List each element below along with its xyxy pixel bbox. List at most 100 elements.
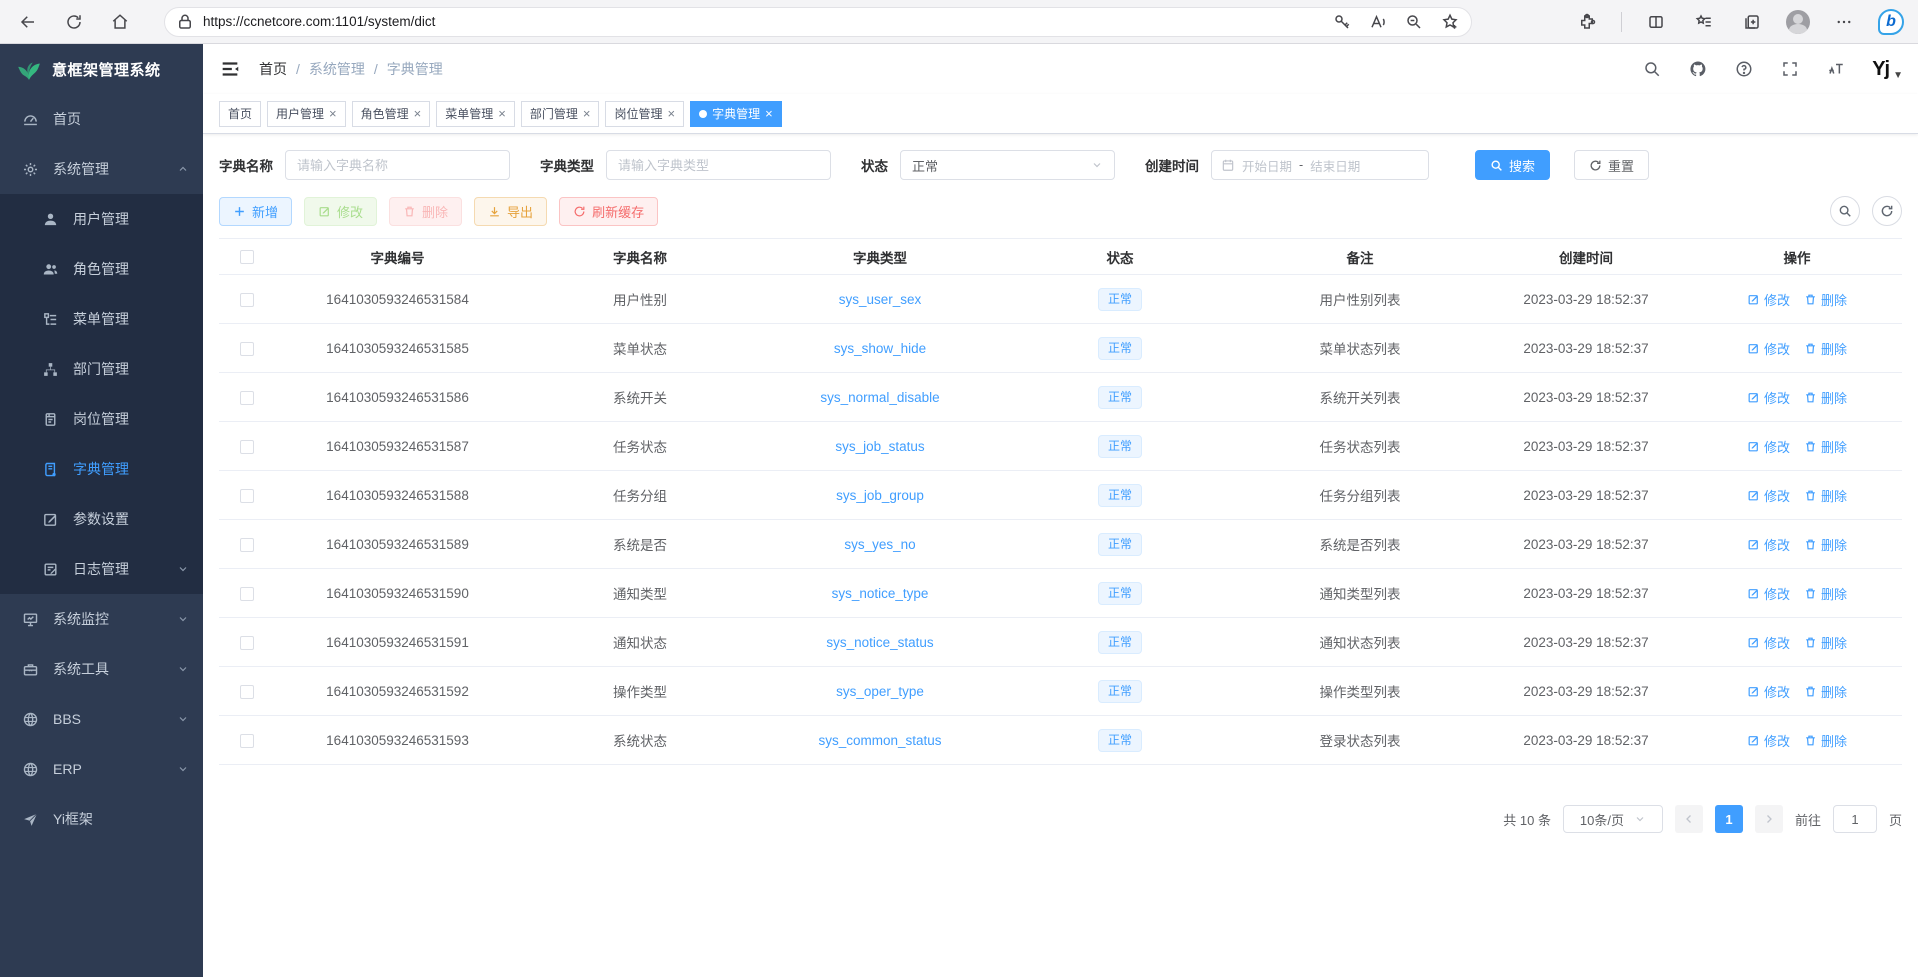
current-page-button[interactable]: 1 [1715, 805, 1743, 833]
delete-link[interactable]: 删除 [1804, 535, 1847, 554]
dict-type-link[interactable]: sys_notice_status [826, 635, 933, 650]
delete-link[interactable]: 删除 [1804, 437, 1847, 456]
close-icon[interactable]: × [329, 107, 337, 120]
collections-icon[interactable] [1738, 8, 1766, 36]
browser-profile-avatar[interactable] [1786, 10, 1810, 34]
fullscreen-icon[interactable] [1780, 59, 1800, 79]
browser-home-icon[interactable] [106, 8, 134, 36]
edit-link[interactable]: 修改 [1747, 339, 1790, 358]
dict-type-link[interactable]: sys_normal_disable [820, 390, 939, 405]
user-logo-avatar[interactable]: Yj▼ [1872, 58, 1902, 81]
page-size-select[interactable]: 10条/页 [1563, 805, 1663, 833]
password-key-icon[interactable] [1331, 8, 1353, 36]
edit-link[interactable]: 修改 [1747, 388, 1790, 407]
dict-type-link[interactable]: sys_oper_type [836, 684, 924, 699]
text-size-icon[interactable] [1826, 59, 1846, 79]
delete-link[interactable]: 删除 [1804, 388, 1847, 407]
date-range-picker[interactable]: 开始日期 - 结束日期 [1211, 150, 1429, 180]
sidebar-item-bbs[interactable]: BBS [0, 694, 203, 744]
sidebar-item-home[interactable]: 首页 [0, 94, 203, 144]
add-favorite-icon[interactable] [1439, 8, 1461, 36]
sidebar-item-dept-management[interactable]: 部门管理 [0, 344, 203, 394]
delete-link[interactable]: 删除 [1804, 290, 1847, 309]
dict-type-link[interactable]: sys_notice_type [832, 586, 929, 601]
address-bar[interactable]: https://ccnetcore.com:1101/system/dict [164, 7, 1472, 37]
tab-post[interactable]: 岗位管理× [605, 101, 684, 127]
edit-link[interactable]: 修改 [1747, 486, 1790, 505]
tab-role[interactable]: 角色管理× [352, 101, 431, 127]
zoom-out-icon[interactable] [1403, 8, 1425, 36]
tab-dept[interactable]: 部门管理× [521, 101, 600, 127]
edit-link[interactable]: 修改 [1747, 535, 1790, 554]
tab-dict[interactable]: 字典管理× [690, 101, 782, 127]
browser-back-icon[interactable] [14, 8, 42, 36]
close-icon[interactable]: × [414, 107, 422, 120]
lock-icon[interactable] [175, 8, 195, 36]
add-button[interactable]: 新增 [219, 197, 292, 226]
row-checkbox[interactable] [240, 440, 254, 454]
prev-page-button[interactable] [1675, 805, 1703, 833]
row-checkbox[interactable] [240, 489, 254, 503]
url-text[interactable]: https://ccnetcore.com:1101/system/dict [203, 14, 1323, 29]
toggle-search-button[interactable] [1830, 196, 1860, 226]
close-icon[interactable]: × [583, 107, 591, 120]
collapse-sidebar-icon[interactable] [219, 58, 241, 80]
edit-button[interactable]: 修改 [304, 197, 377, 226]
row-checkbox[interactable] [240, 587, 254, 601]
refresh-cache-button[interactable]: 刷新缓存 [559, 197, 658, 226]
delete-link[interactable]: 删除 [1804, 486, 1847, 505]
row-checkbox[interactable] [240, 538, 254, 552]
dict-type-link[interactable]: sys_show_hide [834, 341, 926, 356]
close-icon[interactable]: × [765, 107, 773, 120]
refresh-table-button[interactable] [1872, 196, 1902, 226]
delete-link[interactable]: 删除 [1804, 682, 1847, 701]
close-icon[interactable]: × [498, 107, 506, 120]
sidebar-item-dict-management[interactable]: 字典管理 [0, 444, 203, 494]
edit-link[interactable]: 修改 [1747, 633, 1790, 652]
sidebar-item-post-management[interactable]: 岗位管理 [0, 394, 203, 444]
search-button[interactable]: 搜索 [1475, 150, 1550, 180]
row-checkbox[interactable] [240, 734, 254, 748]
edit-link[interactable]: 修改 [1747, 290, 1790, 309]
row-checkbox[interactable] [240, 636, 254, 650]
dict-type-input[interactable] [606, 150, 831, 180]
sidebar-item-menu-management[interactable]: 菜单管理 [0, 294, 203, 344]
close-icon[interactable]: × [667, 107, 675, 120]
split-screen-icon[interactable] [1642, 8, 1670, 36]
export-button[interactable]: 导出 [474, 197, 547, 226]
delete-link[interactable]: 删除 [1804, 339, 1847, 358]
edit-link[interactable]: 修改 [1747, 682, 1790, 701]
row-checkbox[interactable] [240, 293, 254, 307]
edit-link[interactable]: 修改 [1747, 584, 1790, 603]
favorites-icon[interactable] [1690, 8, 1718, 36]
sidebar-item-system-tools[interactable]: 系统工具 [0, 644, 203, 694]
bing-chat-icon[interactable]: b [1878, 9, 1904, 35]
app-brand[interactable]: 意框架管理系统 [0, 44, 203, 94]
dict-type-link[interactable]: sys_user_sex [839, 292, 922, 307]
sidebar-item-system-management[interactable]: 系统管理 [0, 144, 203, 194]
github-icon[interactable] [1688, 59, 1708, 79]
status-select[interactable]: 正常 [900, 150, 1115, 180]
breadcrumb-home[interactable]: 首页 [259, 59, 287, 79]
row-checkbox[interactable] [240, 342, 254, 356]
next-page-button[interactable] [1755, 805, 1783, 833]
sidebar-item-role-management[interactable]: 角色管理 [0, 244, 203, 294]
reset-button[interactable]: 重置 [1574, 150, 1649, 180]
dict-type-link[interactable]: sys_job_group [836, 488, 924, 503]
delete-button[interactable]: 删除 [389, 197, 462, 226]
sidebar-item-system-monitor[interactable]: 系统监控 [0, 594, 203, 644]
row-checkbox[interactable] [240, 685, 254, 699]
select-all-checkbox[interactable] [240, 250, 254, 264]
delete-link[interactable]: 删除 [1804, 731, 1847, 750]
browser-menu-icon[interactable] [1830, 8, 1858, 36]
dict-type-link[interactable]: sys_job_status [835, 439, 924, 454]
dict-type-link[interactable]: sys_yes_no [844, 537, 915, 552]
sidebar-item-erp[interactable]: ERP [0, 744, 203, 794]
delete-link[interactable]: 删除 [1804, 633, 1847, 652]
sidebar-item-param-settings[interactable]: 参数设置 [0, 494, 203, 544]
row-checkbox[interactable] [240, 391, 254, 405]
sidebar-item-yi-framework[interactable]: Yi框架 [0, 794, 203, 844]
edit-link[interactable]: 修改 [1747, 437, 1790, 456]
tab-user[interactable]: 用户管理× [267, 101, 346, 127]
goto-page-input[interactable] [1833, 805, 1877, 833]
